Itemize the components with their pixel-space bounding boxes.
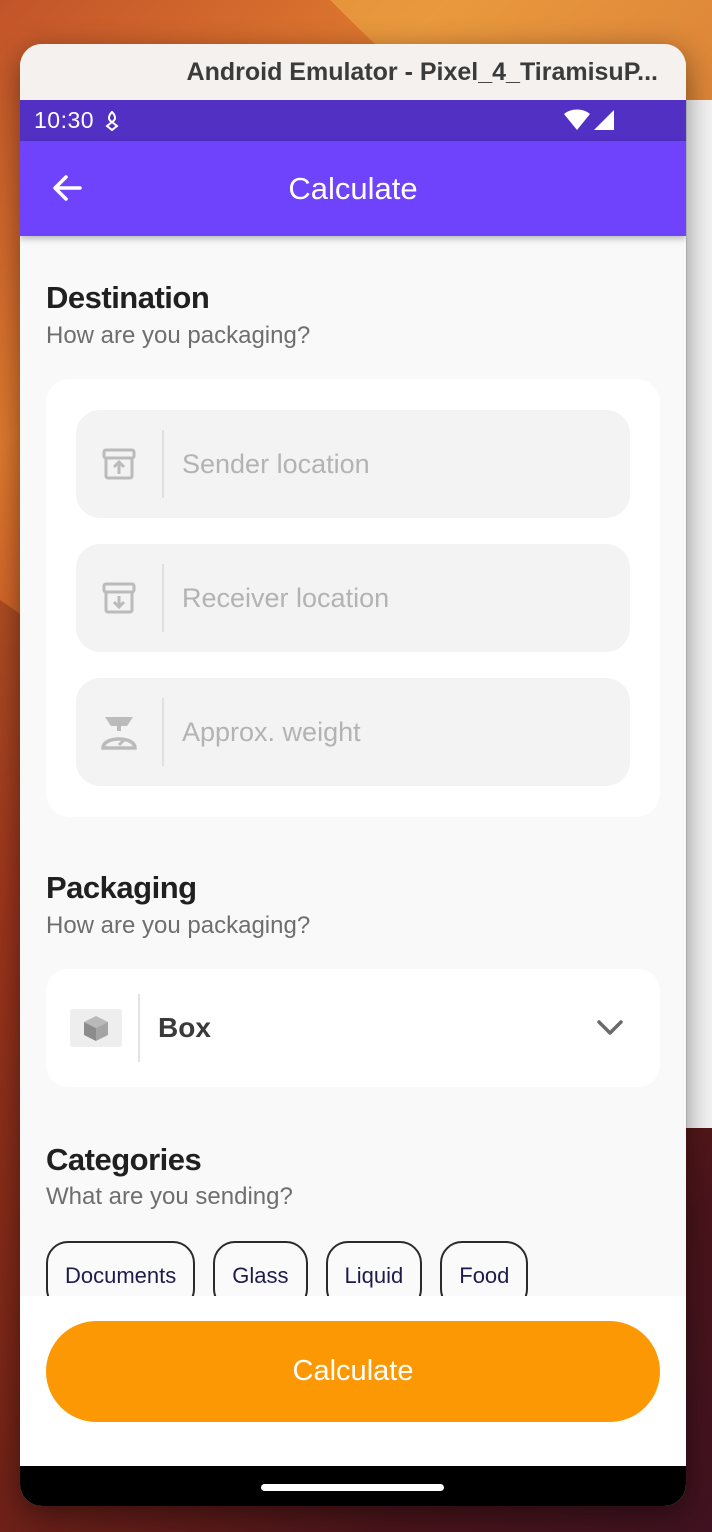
archive-down-icon	[102, 582, 136, 614]
select-divider	[138, 994, 140, 1062]
chip-food[interactable]: Food	[440, 1241, 529, 1296]
field-divider	[162, 564, 164, 632]
approx-weight-placeholder: Approx. weight	[182, 716, 361, 747]
calculate-button[interactable]: Calculate	[46, 1321, 660, 1422]
destination-subtitle: How are you packaging?	[46, 322, 311, 349]
chip-glass[interactable]: Glass	[213, 1241, 308, 1296]
field-divider	[162, 698, 164, 766]
receiver-location-field[interactable]: Receiver location	[76, 544, 630, 652]
scroll-content[interactable]: Destination How are you packaging? Sende…	[20, 236, 686, 1296]
destination-card: Sender location Receiver location Approx…	[46, 379, 660, 817]
emulator-window: Android Emulator - Pixel_4_TiramisuP... …	[20, 44, 686, 1506]
destination-title: Destination	[46, 280, 210, 315]
receiver-location-placeholder: Receiver location	[182, 582, 390, 613]
sender-location-field[interactable]: Sender location	[76, 410, 630, 518]
bottom-action-area: Calculate	[20, 1296, 686, 1466]
packaging-value: Box	[158, 1012, 211, 1043]
home-gesture-handle[interactable]	[261, 1484, 444, 1491]
app-bar: Calculate	[20, 141, 686, 236]
wifi-signal-icon	[564, 109, 614, 130]
sender-location-placeholder: Sender location	[182, 448, 370, 479]
packaging-select[interactable]: Box	[46, 969, 660, 1087]
chevron-down-icon	[597, 1020, 623, 1035]
back-arrow-icon[interactable]	[50, 171, 84, 205]
field-divider	[162, 430, 164, 498]
background-window-edge	[686, 100, 712, 1128]
location-icon	[105, 110, 119, 131]
status-time: 10:30	[34, 107, 95, 133]
packaging-title: Packaging	[46, 870, 197, 905]
category-chips: Documents Glass Liquid Food	[46, 1241, 529, 1296]
categories-title: Categories	[46, 1142, 202, 1177]
page-title: Calculate	[288, 170, 418, 206]
categories-subtitle: What are you sending?	[46, 1183, 293, 1210]
box-icon	[70, 1009, 122, 1047]
archive-up-icon	[102, 448, 136, 480]
window-title: Android Emulator - Pixel_4_TiramisuP...	[186, 57, 658, 86]
chip-documents[interactable]: Documents	[46, 1241, 196, 1296]
packaging-subtitle: How are you packaging?	[46, 912, 311, 939]
chip-liquid[interactable]: Liquid	[325, 1241, 423, 1296]
scale-icon	[101, 717, 137, 750]
window-titlebar[interactable]: Android Emulator - Pixel_4_TiramisuP...	[20, 44, 686, 100]
navigation-bar	[20, 1466, 686, 1506]
status-bar: 10:30	[20, 100, 686, 141]
approx-weight-field[interactable]: Approx. weight	[76, 678, 630, 786]
